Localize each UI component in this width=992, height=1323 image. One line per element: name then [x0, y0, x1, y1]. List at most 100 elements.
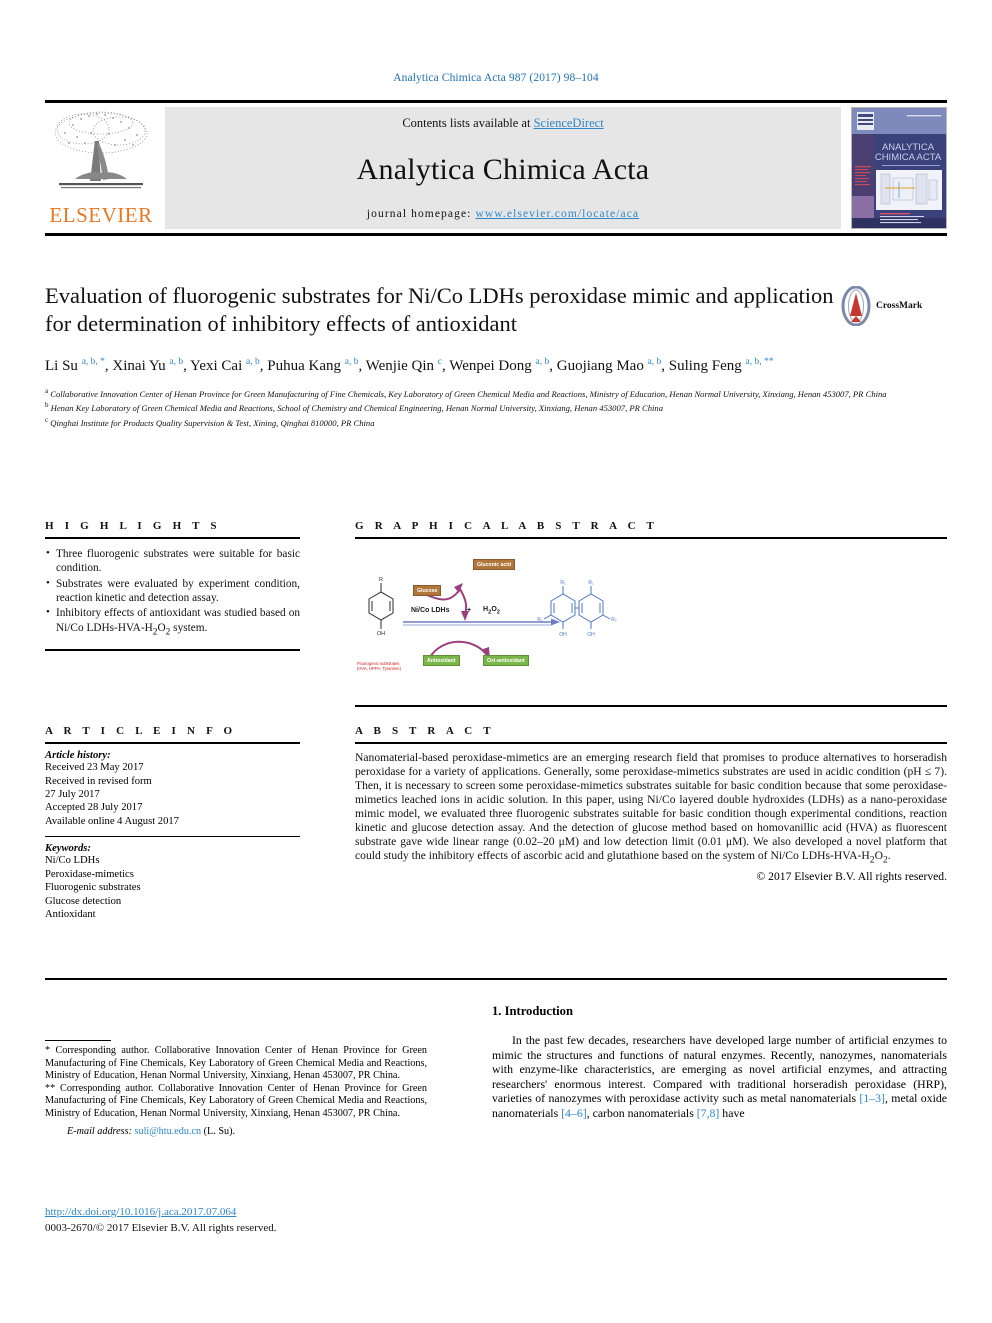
sciencedirect-link[interactable]: ScienceDirect	[534, 116, 604, 130]
email-label: E-mail address:	[67, 1125, 132, 1137]
footnote-rule	[45, 1040, 111, 1041]
substrate-note-line2: (HVA, HPPA, Tyramine)	[357, 666, 401, 672]
keywords-label: Keywords:	[45, 843, 91, 855]
masthead-bottom-rule	[45, 233, 947, 236]
keyword-item: Fluorogenic substrates	[45, 882, 141, 894]
graphical-abstract-rule-bottom	[355, 705, 947, 708]
journal-cover-thumbnail: ANALYTICA CHIMICA ACTA	[851, 107, 947, 229]
homepage-label: journal homepage:	[366, 208, 472, 220]
article-history-item: Available online 4 August 2017	[45, 815, 179, 827]
graphical-abstract-figure: R OH R₁ R₁ R₂ R₂ OH OH Gluconic acid Glu…	[355, 545, 947, 703]
highlight-text: Substrates were evaluated by experiment …	[56, 577, 300, 605]
article-info-section: A R T I C L E I N F O Article history: R…	[45, 725, 300, 921]
affiliation-item: c Qinghai Institute for Products Quality…	[45, 415, 375, 428]
citation-link[interactable]: [1–3]	[859, 1091, 885, 1105]
highlight-text: Three fluorogenic substrates were suitab…	[56, 548, 300, 575]
svg-text:OH: OH	[377, 631, 385, 637]
elsevier-wordmark: ELSEVIER	[49, 203, 153, 227]
article-info-rule-top	[45, 742, 300, 745]
crossmark-label: CrossMark	[876, 301, 923, 311]
crossmark-badge[interactable]: CrossMark	[841, 284, 937, 328]
label-substrate-note: Fluorogenic substrates (HVA, HPPA, Tyram…	[357, 661, 401, 671]
svg-text:OH: OH	[587, 632, 595, 638]
svg-text:CHIMICA ACTA: CHIMICA ACTA	[875, 152, 942, 163]
highlights-list: Three fluorogenic substrates were suitab…	[45, 546, 300, 639]
highlights-rule-bottom	[45, 649, 300, 652]
introduction-paragraph: In the past few decades, researchers hav…	[492, 1033, 948, 1120]
doi-link[interactable]: http://dx.doi.org/10.1016/j.aca.2017.07.…	[45, 1206, 236, 1218]
keyword-item: Ni/Co LDHs	[45, 855, 100, 867]
journal-article-page: Analytica Chimica Acta 987 (2017) 98–104	[0, 0, 992, 1323]
elsevier-logo: ELSEVIER	[45, 107, 165, 229]
crossmark-icon	[841, 286, 871, 326]
abstract-section: A B S T R A C T Nanomaterial-based perox…	[355, 725, 947, 883]
abstract-heading: A B S T R A C T	[355, 725, 495, 737]
author-list: Li Su a, b, *, Xinai Yu a, b, Yexi Cai a…	[45, 357, 774, 374]
masthead-top-rule	[45, 100, 947, 103]
list-item: Inhibitory effects of antioxidant was st…	[45, 605, 300, 639]
introduction-heading: 1. Introduction	[492, 1004, 573, 1018]
elsevier-tree-icon	[45, 107, 157, 203]
highlights-heading: H I G H L I G H T S	[45, 520, 221, 532]
corresponding-author-note-2: ** Corresponding author. Collaborative I…	[45, 1082, 427, 1119]
svg-text:R₁: R₁	[588, 580, 594, 586]
issn-copyright-line: 0003-2670/© 2017 Elsevier B.V. All right…	[45, 1222, 277, 1234]
footnote-block: * Corresponding author. Collaborative In…	[45, 1040, 427, 1137]
graphical-abstract-heading: G R A P H I C A L A B S T R A C T	[355, 520, 659, 532]
abstract-text: Nanomaterial-based peroxidase-mimetics a…	[355, 751, 947, 865]
tag-antioxidant: Antioxidant	[423, 655, 460, 667]
corresponding-author-note-1: * Corresponding author. Collaborative In…	[45, 1045, 427, 1082]
contents-available-line: Contents lists available at ScienceDirec…	[165, 116, 841, 131]
highlights-rule-top	[45, 537, 300, 540]
svg-text:R₂: R₂	[611, 617, 617, 623]
journal-title: Analytica Chimica Acta	[356, 152, 650, 186]
introduction-section: 1. Introduction In the past few decades,…	[492, 1004, 947, 1121]
graphical-abstract-section: G R A P H I C A L A B S T R A C T R OH R…	[355, 520, 947, 708]
tag-glucose: Glucose	[413, 585, 442, 597]
article-history-item: Received 23 May 2017	[45, 762, 144, 774]
label-reaction-catalyst: Ni/Co LDHs	[411, 607, 450, 615]
running-head: Analytica Chimica Acta 987 (2017) 98–104	[393, 72, 599, 84]
highlight-text: Inhibitory effects of antioxidant was st…	[56, 607, 300, 637]
list-item: Three fluorogenic substrates were suitab…	[45, 546, 300, 576]
article-history-label: Article history:	[45, 750, 111, 762]
graphical-abstract-rule-top	[355, 537, 947, 540]
affiliation-item: a Collaborative Innovation Center of Hen…	[45, 387, 887, 399]
email-line: E-mail address: suli@htu.edu.cn (L. Su).	[45, 1126, 427, 1137]
list-item: Substrates were evaluated by experiment …	[45, 576, 300, 606]
svg-text:OH: OH	[559, 632, 567, 638]
svg-text:R: R	[379, 577, 383, 583]
keyword-item: Peroxidase-mimetics	[45, 868, 134, 880]
citation-link[interactable]: [4–6]	[561, 1106, 587, 1120]
article-history-item: Accepted 28 July 2017	[45, 802, 143, 814]
abstract-rule-top	[355, 742, 947, 745]
email-owner: (L. Su).	[203, 1125, 236, 1137]
tag-gluconic-acid: Gluconic acid	[473, 559, 516, 571]
article-info-rule-mid	[45, 836, 300, 838]
article-history-item: 27 July 2017	[45, 789, 100, 800]
doi-block: http://dx.doi.org/10.1016/j.aca.2017.07.…	[45, 1202, 445, 1234]
abstract-copyright: © 2017 Elsevier B.V. All rights reserved…	[756, 869, 947, 883]
svg-text:R₂: R₂	[537, 617, 543, 623]
citation-link[interactable]: [7,8]	[697, 1106, 720, 1120]
keyword-item: Antioxidant	[45, 909, 96, 921]
journal-masthead: ELSEVIER Contents lists available at Sci…	[45, 100, 947, 236]
keyword-item: Glucose detection	[45, 895, 122, 907]
tag-oxi-antioxidant: Oxi-antioxidant	[483, 655, 529, 667]
highlights-section: H I G H L I G H T S Three fluorogenic su…	[45, 520, 300, 652]
masthead-center: Contents lists available at ScienceDirec…	[165, 107, 841, 229]
affiliation-item: b Henan Key Laboratory of Green Chemical…	[45, 401, 664, 414]
article-info-heading: A R T I C L E I N F O	[45, 725, 237, 737]
journal-homepage-line: journal homepage: www.elsevier.com/locat…	[165, 208, 841, 220]
label-h2o2: H2O2	[483, 606, 501, 616]
section-divider-rule	[45, 978, 947, 980]
article-history-item: Received in revised form	[45, 775, 152, 787]
email-link[interactable]: suli@htu.edu.cn	[135, 1126, 202, 1137]
affiliation-list: a Collaborative Innovation Center of Hen…	[45, 386, 925, 429]
page-title: Evaluation of fluorogenic substrates for…	[45, 283, 834, 336]
contents-prefix: Contents lists available at	[402, 116, 534, 130]
title-block: Evaluation of fluorogenic substrates for…	[45, 282, 947, 429]
journal-homepage-link[interactable]: www.elsevier.com/locate/aca	[475, 208, 639, 220]
svg-text:R₁: R₁	[560, 580, 566, 586]
label-plus-sign: +	[467, 607, 472, 615]
